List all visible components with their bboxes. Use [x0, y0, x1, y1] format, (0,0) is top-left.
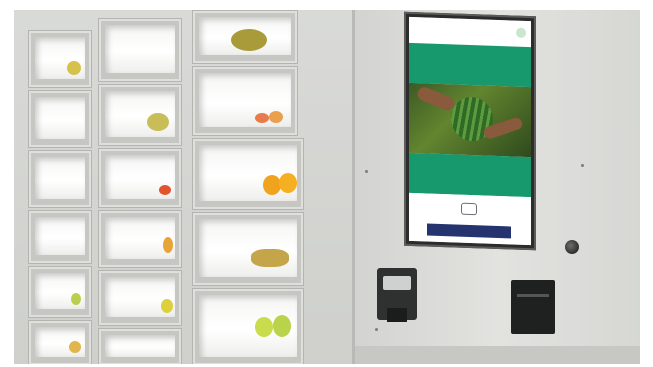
apple: [255, 317, 273, 337]
locker-window: [105, 335, 175, 357]
peach: [269, 111, 283, 123]
locker-window: [35, 327, 85, 357]
locker-window: [199, 295, 297, 357]
locker-compartment[interactable]: [192, 66, 298, 136]
locker-window: [35, 97, 85, 139]
locker-window: [35, 273, 85, 309]
info-text: [419, 165, 521, 169]
locker-compartment[interactable]: [28, 320, 92, 364]
lemon: [161, 299, 173, 313]
locker-compartment[interactable]: [192, 212, 304, 286]
screen-action-area: [409, 192, 531, 246]
locker-compartment[interactable]: [28, 210, 92, 264]
mango-group: [251, 249, 289, 267]
banner-text: [409, 57, 531, 61]
arm: [415, 85, 457, 113]
kiosk-base: [355, 346, 640, 364]
melon-small: [147, 113, 169, 131]
locker-compartment[interactable]: [28, 90, 92, 148]
locker-wall: [14, 10, 352, 364]
locker-window: [199, 17, 291, 55]
locker-compartment[interactable]: [98, 148, 182, 208]
screen-info-band: [409, 152, 531, 198]
locker-compartment[interactable]: [98, 18, 182, 82]
touch-screen-bezel: [404, 11, 536, 251]
locker-window: [35, 217, 85, 255]
orange: [279, 173, 297, 193]
locker-window: [199, 145, 297, 201]
screw: [581, 164, 584, 167]
tap-hand-icon: [461, 202, 477, 216]
lime: [71, 293, 81, 305]
receipt-printer[interactable]: [511, 280, 555, 334]
round-button[interactable]: [565, 240, 579, 254]
locker-window: [35, 37, 85, 79]
locker-window: [105, 217, 175, 259]
screw: [365, 170, 368, 173]
card-reader[interactable]: [377, 268, 417, 322]
locker-window: [35, 157, 85, 199]
screw: [375, 328, 378, 331]
locker-compartment[interactable]: [28, 266, 92, 318]
locker-compartment[interactable]: [98, 328, 182, 364]
card-reader-display: [383, 276, 411, 290]
locker-window: [199, 219, 297, 277]
pineapple: [231, 29, 267, 51]
receipt-slot: [517, 294, 549, 297]
kiosk-panel: [352, 10, 640, 364]
vending-photo: [14, 10, 640, 364]
locker-compartment[interactable]: [192, 288, 304, 364]
tomato: [159, 185, 171, 195]
peach: [255, 113, 269, 123]
locker-compartment[interactable]: [98, 84, 182, 146]
locker-compartment[interactable]: [192, 10, 298, 64]
touch-screen[interactable]: [409, 16, 531, 246]
orange: [69, 341, 81, 353]
start-button[interactable]: [427, 223, 511, 239]
locker-window: [105, 25, 175, 73]
screen-photo: [409, 82, 531, 158]
locker-compartment[interactable]: [98, 270, 182, 326]
orange: [163, 237, 173, 253]
lemon: [67, 61, 81, 75]
locker-compartment[interactable]: [192, 138, 304, 210]
locker-compartment[interactable]: [98, 210, 182, 268]
apple: [273, 315, 291, 337]
card-slot: [387, 308, 407, 322]
screen-banner: [409, 42, 531, 88]
start-button-label: [427, 223, 511, 226]
locker-window: [105, 155, 175, 199]
locker-compartment[interactable]: [28, 150, 92, 208]
locker-window: [199, 73, 291, 127]
locker-window: [105, 91, 175, 137]
locker-window: [105, 277, 175, 317]
locker-compartment[interactable]: [28, 30, 92, 88]
leaf-icon: [516, 27, 526, 38]
